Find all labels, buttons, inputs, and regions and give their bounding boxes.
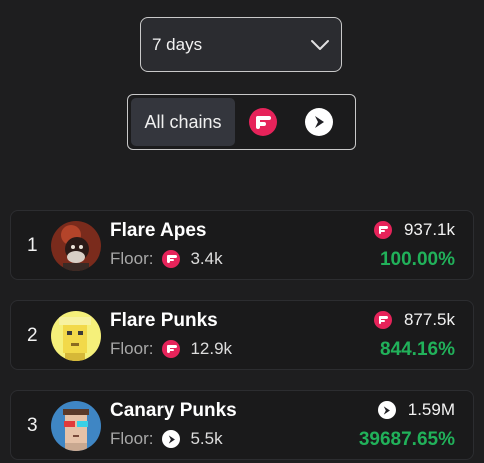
period-label: 7 days bbox=[152, 34, 203, 54]
collection-name: Flare Apes bbox=[110, 220, 207, 241]
volume-value: 877.5k bbox=[403, 310, 455, 329]
floor-value: 12.9k bbox=[190, 339, 233, 358]
flare-icon bbox=[373, 221, 392, 239]
collection-row[interactable]: 3 Canary Punks Floor: 5.5k 1.59M 39687.6… bbox=[10, 390, 474, 460]
songbird-icon bbox=[162, 430, 181, 448]
volume-value: 937.1k bbox=[403, 220, 455, 239]
change-percent: 100.00% bbox=[379, 249, 455, 270]
floor-label: Floor: bbox=[110, 429, 154, 448]
floor-value: 3.4k bbox=[190, 249, 223, 268]
flare-icon bbox=[249, 108, 277, 136]
change-percent: 844.16% bbox=[379, 339, 455, 360]
volume: 937.1k bbox=[373, 220, 455, 240]
rank: 3 bbox=[27, 415, 38, 436]
volume-value: 1.59M bbox=[407, 400, 455, 419]
period-select[interactable]: 7 days bbox=[140, 17, 342, 72]
songbird-icon bbox=[377, 401, 396, 419]
chain-filter: All chains bbox=[127, 94, 356, 150]
flare-icon bbox=[162, 340, 181, 358]
rank: 1 bbox=[27, 235, 38, 256]
floor-label: Floor: bbox=[110, 339, 154, 358]
avatar bbox=[51, 401, 101, 451]
collection-name: Flare Punks bbox=[110, 310, 218, 331]
collection-row[interactable]: 2 Flare Punks Floor: 12.9k 877.5k 844.16… bbox=[10, 300, 474, 370]
collection-row[interactable]: 1 Flare Apes Floor: 3.4k 937.1k 100.00% bbox=[10, 210, 474, 280]
floor-value: 5.5k bbox=[190, 429, 223, 448]
change-percent: 39687.65% bbox=[358, 429, 455, 450]
floor-price: Floor: 5.5k bbox=[110, 429, 223, 449]
songbird-chain-button[interactable] bbox=[291, 98, 347, 146]
volume: 877.5k bbox=[373, 310, 455, 330]
floor-price: Floor: 3.4k bbox=[110, 249, 223, 269]
flare-icon bbox=[373, 311, 392, 329]
chevron-down-icon bbox=[310, 39, 330, 51]
flare-icon bbox=[162, 250, 181, 268]
flare-chain-button[interactable] bbox=[235, 98, 291, 146]
avatar bbox=[51, 311, 101, 361]
floor-label: Floor: bbox=[110, 249, 154, 268]
songbird-icon bbox=[305, 108, 333, 136]
all-chains-button[interactable]: All chains bbox=[131, 98, 235, 146]
rank: 2 bbox=[27, 325, 38, 346]
floor-price: Floor: 12.9k bbox=[110, 339, 232, 359]
collection-name: Canary Punks bbox=[110, 400, 237, 421]
avatar bbox=[51, 221, 101, 271]
volume: 1.59M bbox=[377, 400, 455, 420]
